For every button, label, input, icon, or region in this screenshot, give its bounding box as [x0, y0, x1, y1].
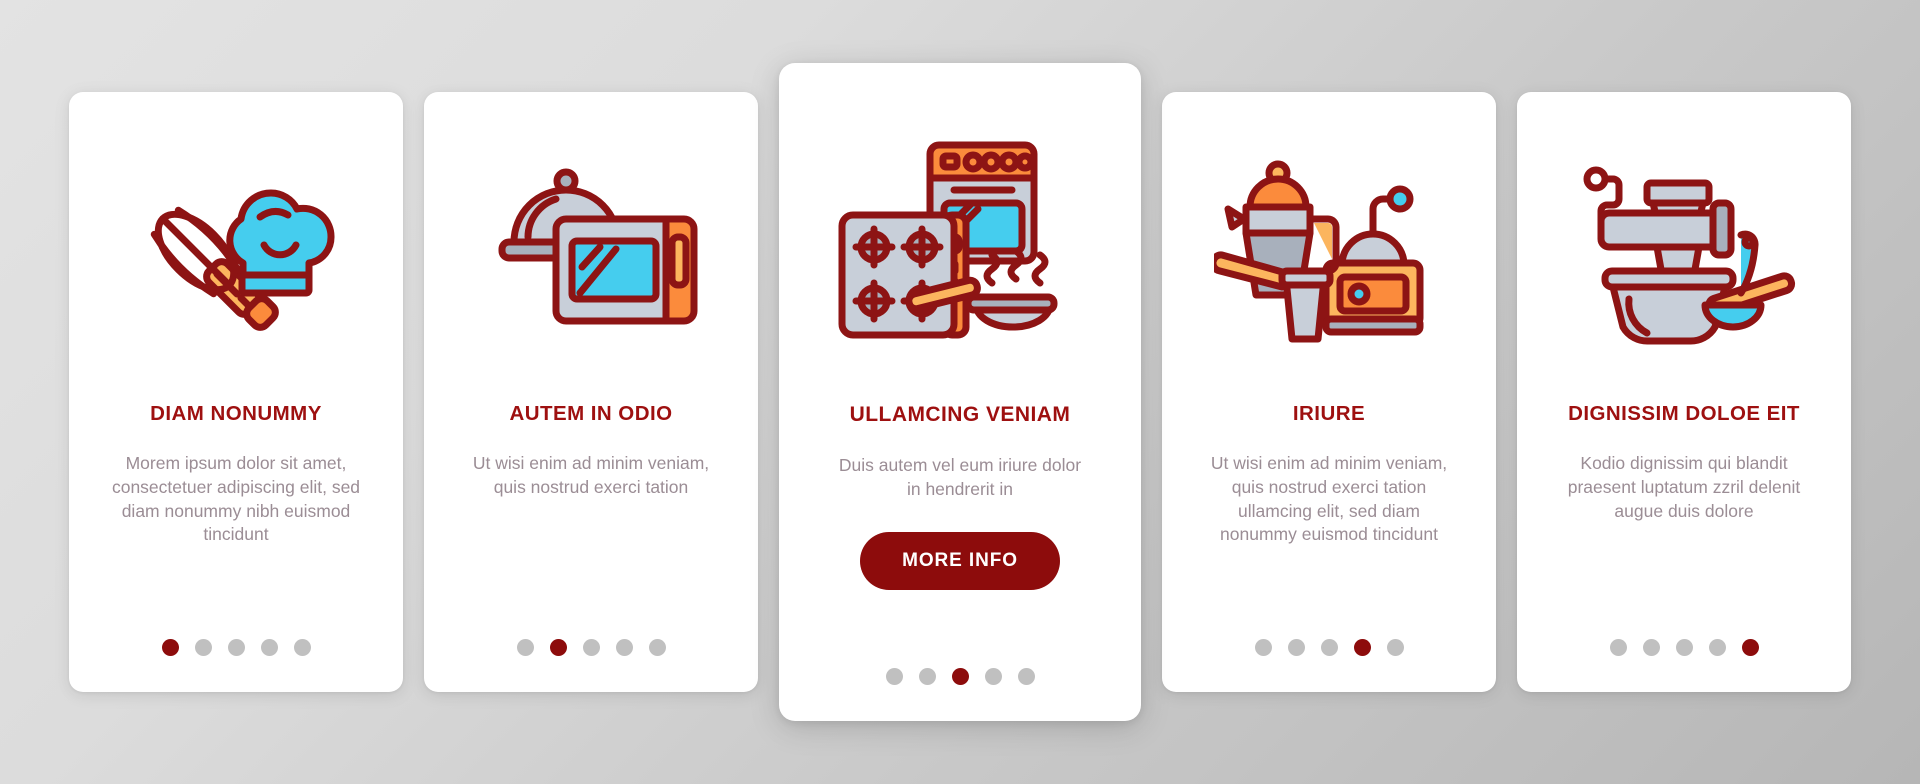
onboarding-card-carousel: DIAM NONUMMY Morem ipsum dolor sit amet, … [0, 0, 1920, 784]
pagination-dots [1162, 639, 1496, 656]
card-illustration [1162, 92, 1496, 402]
onboarding-card: AUTEM IN ODIO Ut wisi enim ad minim venia… [424, 92, 758, 692]
pagination-dot[interactable] [1708, 639, 1726, 656]
pagination-dot[interactable] [1287, 639, 1305, 656]
card-illustration [69, 92, 403, 402]
card-title: DIAM NONUMMY [150, 402, 322, 425]
pagination-dot[interactable] [1675, 639, 1693, 656]
pagination-dot[interactable] [227, 639, 245, 656]
pagination-dot[interactable] [885, 668, 903, 685]
pagination-dot[interactable] [648, 639, 666, 656]
meat-grinder-ladle-icon [1583, 166, 1796, 345]
pagination-dot-active[interactable] [549, 639, 567, 656]
onboarding-card: ULLAMCING VENIAM Duis autem vel eum iriur… [779, 63, 1141, 721]
card-title: IRIURE [1292, 402, 1366, 425]
more-info-button[interactable]: MORE INFO [860, 532, 1060, 591]
whisk-chef-hat-icon [150, 189, 335, 331]
coffee-pot-grinder-icon [1214, 160, 1424, 343]
card-description: Ut wisi enim ad minim veniam, quis nostr… [1210, 452, 1448, 545]
pagination-dot[interactable] [194, 639, 212, 656]
onboarding-card: IRIURE Ut wisi enim ad minim veniam, quis… [1162, 92, 1496, 692]
pagination-dot[interactable] [1254, 639, 1272, 656]
card-illustration [779, 63, 1141, 403]
cloche-microwave-icon [498, 168, 698, 325]
pagination-dot[interactable] [918, 668, 936, 685]
onboarding-card: DIAM NONUMMY Morem ipsum dolor sit amet, … [69, 92, 403, 692]
pagination-dot[interactable] [984, 668, 1002, 685]
pagination-dot[interactable] [1386, 639, 1404, 656]
pagination-dot[interactable] [1320, 639, 1338, 656]
pagination-dot[interactable] [1609, 639, 1627, 656]
pagination-dot[interactable] [1017, 668, 1035, 685]
pagination-dots [424, 639, 758, 656]
pagination-dots [69, 639, 403, 656]
pagination-dot-active[interactable] [1741, 639, 1759, 656]
pagination-dot[interactable] [260, 639, 278, 656]
pagination-dot-active[interactable] [951, 668, 969, 685]
card-title: AUTEM IN ODIO [509, 402, 673, 425]
pagination-dot-active[interactable] [161, 639, 179, 656]
card-illustration [424, 92, 758, 402]
pagination-dot[interactable] [582, 639, 600, 656]
card-description: Kodio dignissim qui blandit praesent lup… [1567, 452, 1801, 521]
card-description: Morem ipsum dolor sit amet, consectetuer… [111, 452, 361, 545]
card-illustration [1517, 92, 1851, 402]
pagination-dots [779, 668, 1141, 685]
pagination-dots [1517, 639, 1851, 656]
card-title: DIGNISSIM DOLOE EIT [1568, 402, 1800, 425]
oven-stovetop-pan-icon [838, 141, 1058, 338]
card-description: Ut wisi enim ad minim veniam, quis nostr… [472, 452, 710, 497]
pagination-dot-active[interactable] [1353, 639, 1371, 656]
card-title: ULLAMCING VENIAM [849, 403, 1071, 426]
pagination-dot[interactable] [1642, 639, 1660, 656]
card-description: Duis autem vel eum iriure dolor in hendr… [838, 455, 1082, 500]
onboarding-card: DIGNISSIM DOLOE EIT Kodio dignissim qui b… [1517, 92, 1851, 692]
pagination-dot[interactable] [516, 639, 534, 656]
pagination-dot[interactable] [293, 639, 311, 656]
pagination-dot[interactable] [615, 639, 633, 656]
